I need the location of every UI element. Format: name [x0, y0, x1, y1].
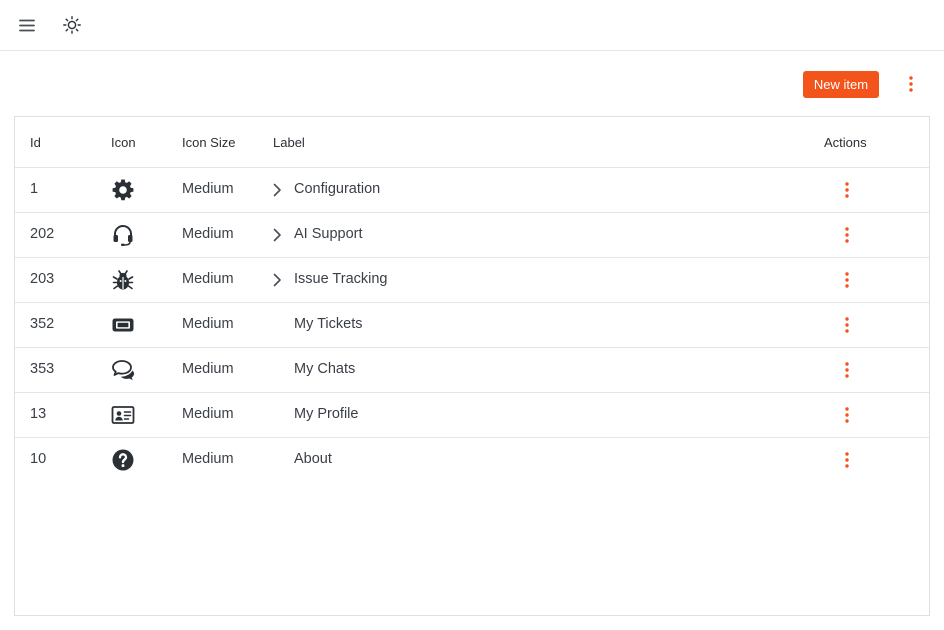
- row-actions-kebab-icon[interactable]: [837, 450, 857, 470]
- cell-id: 203: [30, 271, 55, 287]
- ticket-icon: [111, 313, 135, 337]
- chat-bubbles-icon: [111, 358, 135, 382]
- row-actions-kebab-icon[interactable]: [837, 180, 857, 200]
- row-actions-kebab-icon[interactable]: [837, 315, 857, 335]
- expand-chevron-icon[interactable]: [271, 271, 283, 289]
- cell-icon-size: Medium: [182, 226, 234, 242]
- top-app-bar: [0, 0, 944, 51]
- table-row[interactable]: 10 Medium About: [15, 438, 929, 483]
- sun-theme-icon[interactable]: [62, 15, 82, 35]
- column-header-actions: Actions: [824, 135, 867, 150]
- cell-icon-size: Medium: [182, 406, 234, 422]
- table-row[interactable]: 203 Medium Issue Tracking: [15, 258, 929, 303]
- table-row[interactable]: 13 Medium My Profile: [15, 393, 929, 438]
- more-options-icon[interactable]: [901, 74, 921, 94]
- cell-id: 353: [30, 361, 55, 377]
- cell-id: 202: [30, 226, 55, 242]
- row-actions-kebab-icon[interactable]: [837, 360, 857, 380]
- cell-label: Issue Tracking: [294, 271, 388, 287]
- table-row[interactable]: 1 Medium Configuration: [15, 168, 929, 213]
- row-actions-kebab-icon[interactable]: [837, 225, 857, 245]
- column-header-icon[interactable]: Icon: [111, 135, 136, 150]
- cell-icon-size: Medium: [182, 451, 234, 467]
- new-item-button[interactable]: New item: [803, 71, 879, 98]
- row-actions-kebab-icon[interactable]: [837, 405, 857, 425]
- gear-icon: [111, 178, 135, 202]
- column-header-label[interactable]: Label: [273, 135, 305, 150]
- menu-items-table: Id Icon Icon Size Label Actions 1 Medium C…: [14, 116, 930, 616]
- column-header-id[interactable]: Id: [30, 135, 41, 150]
- cell-icon-size: Medium: [182, 271, 234, 287]
- expand-chevron-icon[interactable]: [271, 181, 283, 199]
- question-circle-icon: [111, 448, 135, 472]
- cell-icon-size: Medium: [182, 181, 234, 197]
- cell-label: My Chats: [294, 361, 356, 377]
- bug-icon: [111, 268, 135, 292]
- table-header: Id Icon Icon Size Label Actions: [15, 117, 929, 168]
- cell-label: AI Support: [294, 226, 363, 242]
- cell-label: About: [294, 451, 332, 467]
- cell-icon-size: Medium: [182, 316, 234, 332]
- id-card-icon: [111, 403, 135, 427]
- cell-label: My Profile: [294, 406, 359, 422]
- hamburger-menu-icon[interactable]: [17, 15, 37, 35]
- cell-icon-size: Medium: [182, 361, 234, 377]
- table-row[interactable]: 352 Medium My Tickets: [15, 303, 929, 348]
- cell-id: 10: [30, 451, 47, 467]
- column-header-icon-size[interactable]: Icon Size: [182, 135, 235, 150]
- cell-label: My Tickets: [294, 316, 363, 332]
- row-actions-kebab-icon[interactable]: [837, 270, 857, 290]
- expand-chevron-icon[interactable]: [271, 226, 283, 244]
- cell-label: Configuration: [294, 181, 381, 197]
- table-row[interactable]: 202 Medium AI Support: [15, 213, 929, 258]
- cell-id: 1: [30, 181, 39, 197]
- cell-id: 352: [30, 316, 55, 332]
- cell-id: 13: [30, 406, 47, 422]
- table-row[interactable]: 353 Medium My Chats: [15, 348, 929, 393]
- headset-icon: [111, 223, 135, 247]
